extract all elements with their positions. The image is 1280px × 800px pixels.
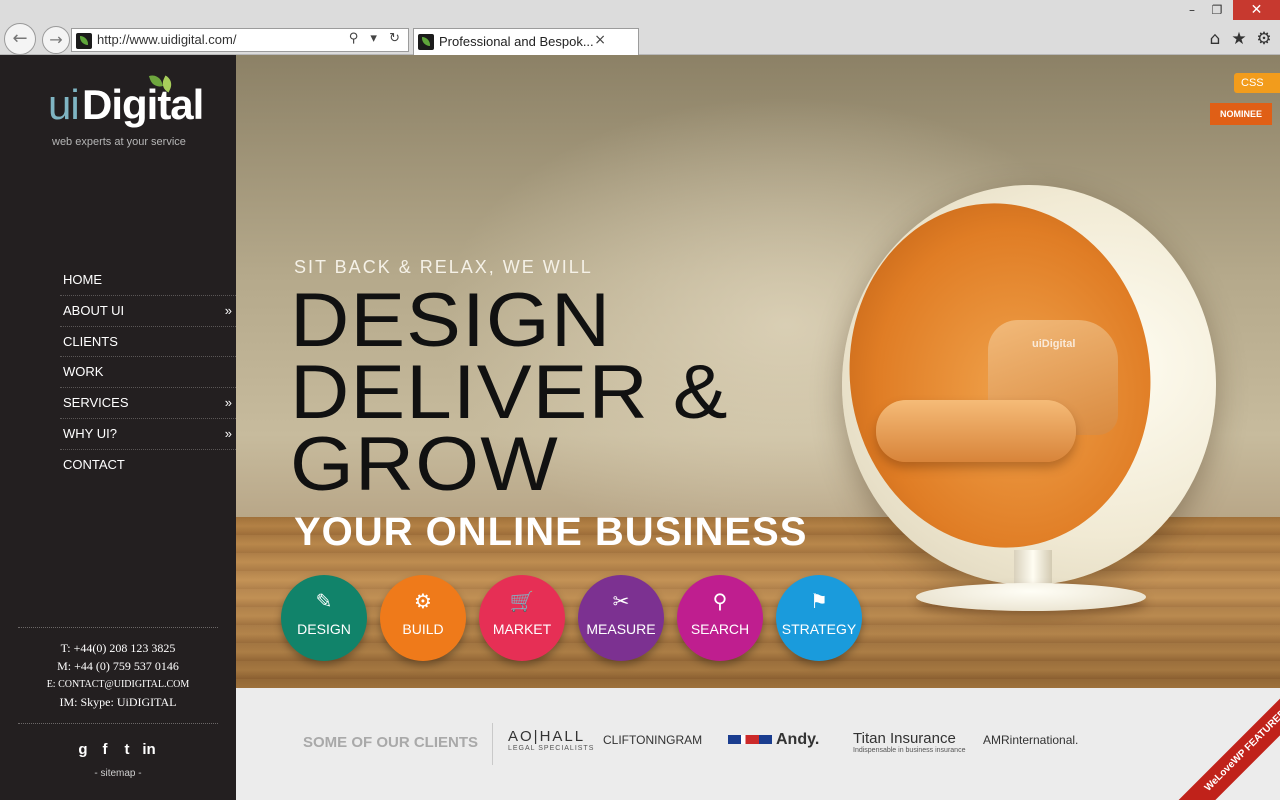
service-search-button[interactable]: ⚲ SEARCH xyxy=(677,575,763,661)
clients-divider xyxy=(492,723,493,765)
linkedin-icon[interactable]: in xyxy=(138,741,160,758)
nav-item-about-ui[interactable]: ABOUT UI » xyxy=(60,296,236,327)
client-subtitle: Indispensable in business insurance xyxy=(853,747,966,754)
facebook-icon[interactable]: f xyxy=(94,741,116,758)
nav-item-label: CLIENTS xyxy=(63,333,118,349)
chair-logo-text: uiDigital xyxy=(1032,338,1076,350)
tab-close-icon[interactable]: × xyxy=(594,32,606,48)
client-subtitle: LEGAL SPECIALISTS xyxy=(508,745,595,752)
logo-tagline: web experts at your service xyxy=(52,136,186,148)
service-market-button[interactable]: 🛒 MARKET xyxy=(479,575,565,661)
minimize-button[interactable]: – xyxy=(1180,0,1204,20)
nav-item-contact[interactable]: CONTACT xyxy=(60,450,236,481)
client-logo-aohall[interactable]: AO|HALL LEGAL SPECIALISTS xyxy=(508,728,594,752)
main-nav: HOME ABOUT UI » CLIENTS WORK SERVICES » WH… xyxy=(60,265,236,481)
nav-item-why-ui[interactable]: WHY UI? » xyxy=(60,419,236,450)
client-name: Titan Insurance xyxy=(853,730,956,747)
nav-item-label: WORK xyxy=(63,364,104,380)
client-name: AO|HALL xyxy=(508,728,586,745)
close-window-button[interactable]: ✕ xyxy=(1233,0,1280,20)
magnifier-icon: ⚲ xyxy=(712,589,728,613)
hero-headline-grow: GROW xyxy=(290,422,559,507)
nav-item-home[interactable]: HOME xyxy=(60,265,236,296)
address-bar[interactable]: http://www.uidigital.com/ ⚲ ▾ ↻ xyxy=(71,28,409,52)
sidebar-divider xyxy=(18,627,218,628)
favorites-star-icon[interactable]: ★ xyxy=(1229,29,1249,49)
service-measure-button[interactable]: ✂ MEASURE xyxy=(578,575,664,661)
featured-ribbon[interactable]: WeLoveWP FEATURED xyxy=(1176,688,1280,800)
service-label: MEASURE xyxy=(586,621,656,637)
social-links: g f t in xyxy=(72,741,160,758)
hero-headline-deliver: DELIVER & xyxy=(290,350,729,435)
address-bar-icons[interactable]: ⚲ ▾ ↻ xyxy=(349,31,404,46)
client-logo-amr[interactable]: AMRinternational. xyxy=(983,733,1078,747)
nav-item-services[interactable]: SERVICES » xyxy=(60,388,236,419)
basket-icon: 🛒 xyxy=(509,589,535,613)
contact-skype: IM: Skype: UiDIGITAL xyxy=(59,695,177,709)
client-logo-titan[interactable]: Titan Insurance Indispensable in busines… xyxy=(853,730,965,754)
logo-digital-text: Digital xyxy=(82,81,204,128)
submenu-arrow-icon: » xyxy=(224,302,232,318)
client-name: Andy. xyxy=(776,731,820,748)
andy-flag-icon xyxy=(728,735,772,745)
service-label: DESIGN xyxy=(297,621,351,637)
service-build-button[interactable]: ⚙ BUILD xyxy=(380,575,466,661)
clients-heading: SOME OF OUR CLIENTS xyxy=(303,734,479,751)
sidebar: ui Digital web experts at your service H… xyxy=(0,55,236,800)
nav-item-label: HOME xyxy=(63,272,102,287)
service-label: BUILD xyxy=(402,621,444,637)
contact-email[interactable]: E: CONTACT@UIDIGITAL.COM xyxy=(0,679,236,690)
gear-icon: ⚙ xyxy=(414,589,432,613)
submenu-arrow-icon: » xyxy=(224,425,232,441)
service-label: MARKET xyxy=(492,621,552,637)
site-favicon-icon xyxy=(76,33,92,49)
nav-item-clients[interactable]: CLIENTS xyxy=(60,327,236,358)
hero-headline-design: DESIGN xyxy=(290,278,612,363)
egg-chair-base xyxy=(916,583,1146,611)
clients-strip: SOME OF OUR CLIENTS AO|HALL LEGAL SPECIA… xyxy=(236,688,1280,800)
restore-button[interactable]: ❐ xyxy=(1205,0,1229,20)
hero-banner: uiDigital SIT BACK & RELAX, WE WILL DESI… xyxy=(236,55,1280,688)
flowchart-icon: ⚑ xyxy=(810,589,828,613)
nav-item-label: CONTACT xyxy=(63,456,125,472)
nav-item-label: ABOUT UI xyxy=(63,302,125,318)
css-award-badge[interactable]: CSS xyxy=(1234,73,1280,93)
settings-gear-icon[interactable]: ⚙ xyxy=(1254,29,1274,49)
url-text[interactable]: http://www.uidigital.com/ xyxy=(97,32,236,47)
twitter-icon[interactable]: t xyxy=(116,741,138,758)
service-strategy-button[interactable]: ⚑ STRATEGY xyxy=(776,575,862,661)
egg-chair-seat xyxy=(876,400,1076,462)
nav-item-label: SERVICES xyxy=(63,395,129,411)
nav-item-work[interactable]: WORK xyxy=(60,357,236,389)
hero-tagline: YOUR ONLINE BUSINESS xyxy=(294,510,808,554)
hero-subheading: SIT BACK & RELAX, WE WILL xyxy=(294,257,593,277)
tab-favicon-icon xyxy=(418,34,434,50)
forward-button[interactable]: → xyxy=(42,26,70,54)
browser-tab[interactable]: Professional and Bespok... × xyxy=(413,28,639,55)
scissors-icon: ✂ xyxy=(612,589,630,613)
contact-telephone: T: +44(0) 208 123 3825 xyxy=(60,641,176,655)
sidebar-divider xyxy=(18,723,218,724)
contact-mobile: M: +44 (0) 759 537 0146 xyxy=(57,659,179,673)
client-logo-cliftoningram[interactable]: CLIFTONINGRAM xyxy=(603,733,702,747)
logo-ui-text: ui xyxy=(48,81,80,128)
nav-item-label: WHY UI? xyxy=(63,425,117,441)
nominee-ribbon: NOMINEE xyxy=(1210,103,1272,125)
service-design-button[interactable]: ✎ DESIGN xyxy=(281,575,367,661)
browser-chrome: ← → http://www.uidigital.com/ ⚲ ▾ ↻ Prof… xyxy=(0,0,1280,55)
google-plus-icon[interactable]: g xyxy=(72,741,94,758)
pen-icon: ✎ xyxy=(315,589,333,613)
service-label: STRATEGY xyxy=(781,621,857,637)
sitemap-link[interactable]: - sitemap - xyxy=(0,768,236,779)
back-button[interactable]: ← xyxy=(4,23,36,55)
client-logo-andy[interactable]: Andy. xyxy=(728,731,819,749)
service-label: SEARCH xyxy=(690,621,750,637)
home-icon[interactable]: ⌂ xyxy=(1205,29,1225,49)
submenu-arrow-icon: » xyxy=(224,395,232,411)
tab-title[interactable]: Professional and Bespok... xyxy=(439,34,599,49)
